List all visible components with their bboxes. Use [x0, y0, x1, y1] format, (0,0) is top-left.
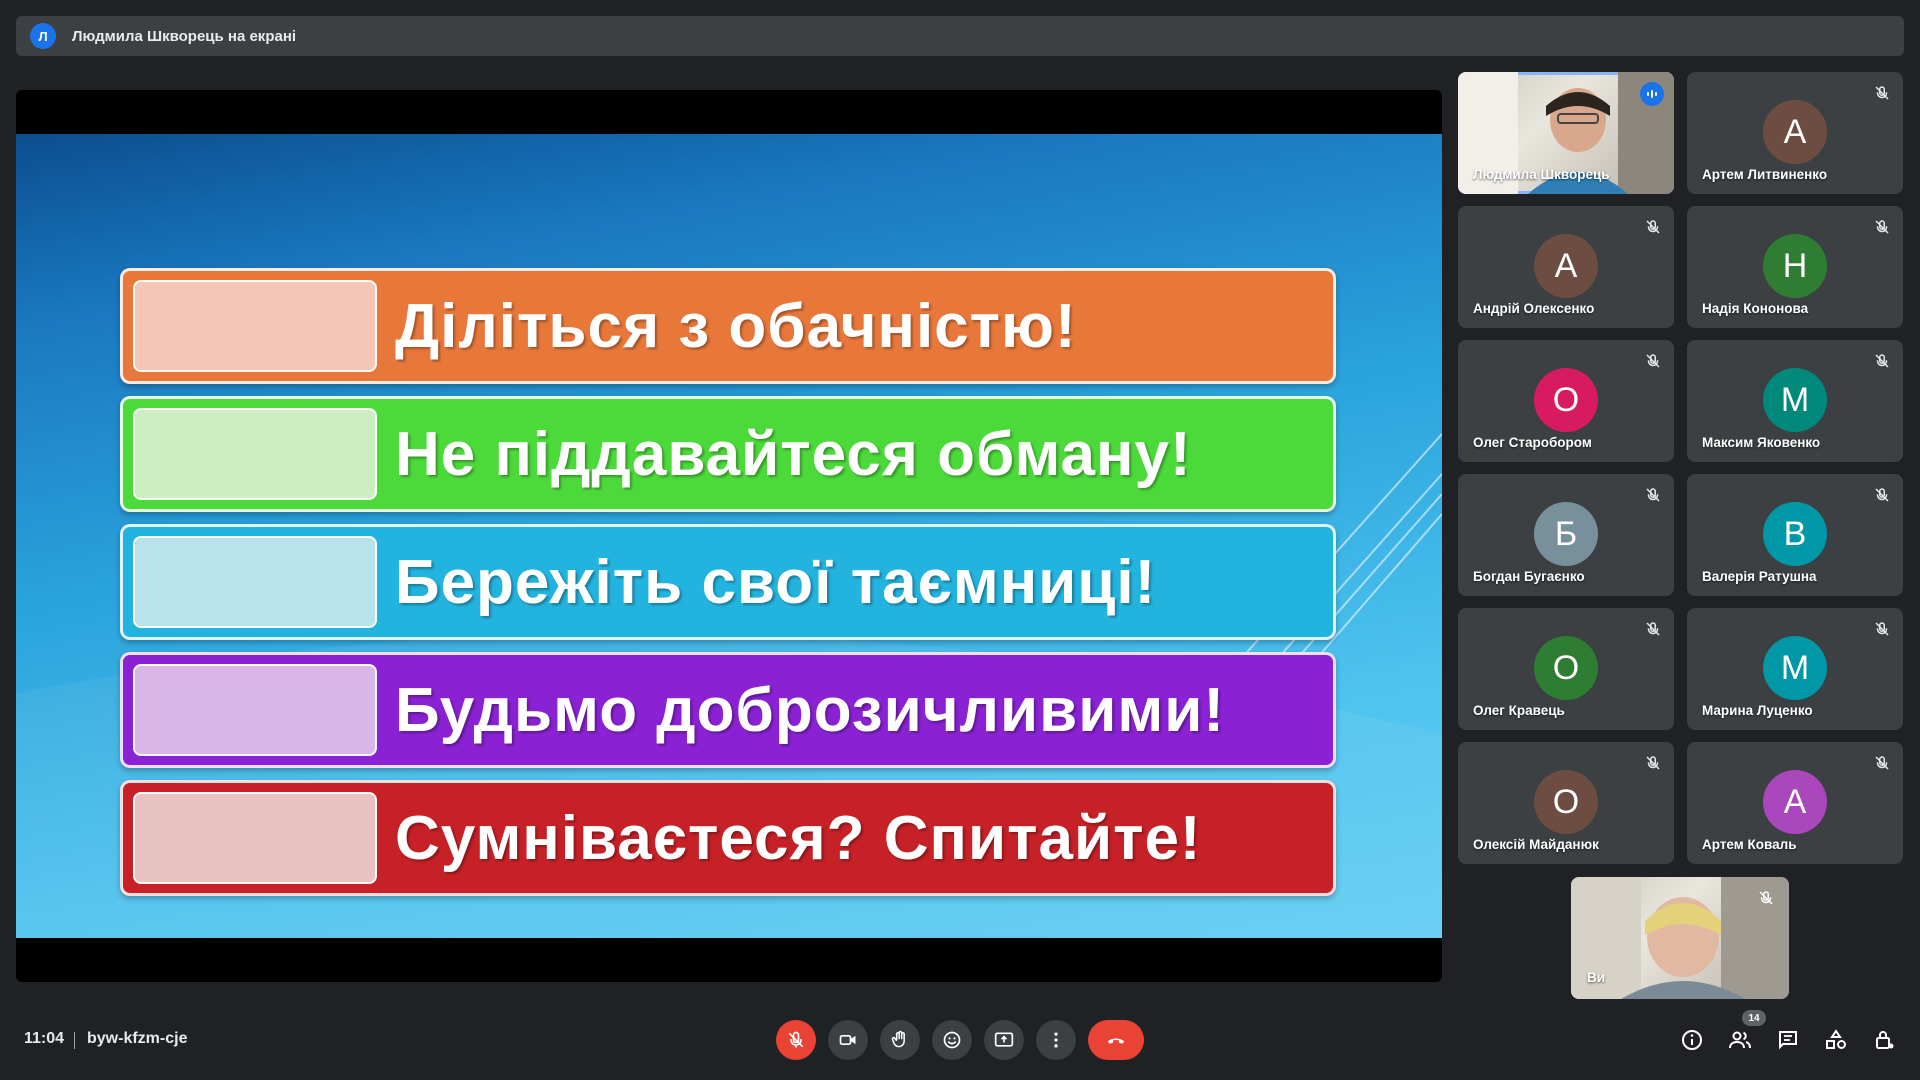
slide-bar-swatch — [133, 536, 377, 628]
participant-tile[interactable]: А Андрій Олексенко — [1458, 206, 1674, 328]
info-icon — [1682, 1030, 1702, 1050]
chat-icon — [1779, 1031, 1797, 1050]
presenter-avatar: Л — [30, 23, 56, 49]
participant-name: Олексій Майданюк — [1473, 837, 1599, 852]
slide-bar-text: Будьмо доброзичливими! — [395, 675, 1226, 745]
slide-bar: Будьмо доброзичливими! — [120, 652, 1336, 768]
participant-avatar: О — [1534, 636, 1598, 700]
mic-off-icon — [788, 1031, 804, 1048]
presentation-stage: Діліться з обачністю! Не піддавайтеся об… — [16, 90, 1442, 982]
mic-off-icon — [1873, 352, 1891, 370]
more-options-button[interactable] — [1036, 1020, 1076, 1060]
present-screen-icon — [994, 1032, 1014, 1047]
slide-bar-text: Не піддавайтеся обману! — [395, 419, 1192, 489]
more-vert-icon — [1054, 1032, 1058, 1048]
speaking-indicator-icon — [1640, 82, 1664, 106]
leave-call-button[interactable] — [1088, 1020, 1144, 1060]
participant-tile[interactable]: Б Богдан Бугаєнко — [1458, 474, 1674, 596]
slide-bar: Не піддавайтеся обману! — [120, 396, 1336, 512]
people-button[interactable] — [1726, 1026, 1754, 1054]
participant-tile[interactable]: А Артем Литвиненко — [1687, 72, 1903, 194]
participant-name: Олег Кравець — [1473, 703, 1565, 718]
participant-name: Андрій Олексенко — [1473, 301, 1595, 316]
mic-off-icon — [1644, 218, 1662, 236]
participant-tile[interactable]: О Олег Старобором — [1458, 340, 1674, 462]
camera-toggle-button[interactable] — [828, 1020, 868, 1060]
participant-count-badge: 14 — [1742, 1010, 1766, 1026]
slide-bar: Сумніваєтеся? Спитайте! — [120, 780, 1336, 896]
participant-tile[interactable]: В Валерія Ратушна — [1687, 474, 1903, 596]
participant-avatar: О — [1534, 770, 1598, 834]
participant-avatar: М — [1763, 636, 1827, 700]
participant-name: Максим Яковенко — [1702, 435, 1821, 450]
mic-off-icon — [1644, 754, 1662, 772]
bottom-toolbar: 11:04 byw-kfzm-cje 14 — [0, 1010, 1920, 1070]
participant-name: Валерія Ратушна — [1702, 569, 1817, 584]
mic-toggle-button[interactable] — [776, 1020, 816, 1060]
host-controls-button[interactable] — [1870, 1026, 1898, 1054]
slide-bar: Бережіть свої таємниці! — [120, 524, 1336, 640]
slide-bar-swatch — [133, 280, 377, 372]
mic-off-icon — [1644, 620, 1662, 638]
participant-avatar: В — [1763, 502, 1827, 566]
self-video-tile[interactable]: Ви — [1571, 877, 1789, 999]
mic-off-icon — [1759, 891, 1773, 905]
participant-name: Артем Литвиненко — [1702, 167, 1828, 182]
presenter-banner-text: Людмила Шкворець на екрані — [72, 27, 297, 45]
slide-bar-swatch — [133, 408, 377, 500]
self-tile-name: Ви — [1587, 970, 1606, 985]
meeting-details-button[interactable] — [1678, 1026, 1706, 1054]
presenter-banner: Л Людмила Шкворець на екрані — [16, 16, 1904, 56]
slide-bar-text: Діліться з обачністю! — [395, 291, 1077, 361]
participant-name: Марина Луценко — [1702, 703, 1813, 718]
participant-avatar: А — [1763, 100, 1827, 164]
participant-tile[interactable]: О Олексій Майданюк — [1458, 742, 1674, 864]
raise-hand-button[interactable] — [880, 1020, 920, 1060]
mic-off-icon — [1873, 620, 1891, 638]
slide-bar-swatch — [133, 792, 377, 884]
participant-name: Надія Кононова — [1702, 301, 1809, 316]
hang-up-icon — [1107, 1038, 1125, 1044]
participant-tile[interactable]: О Олег Кравець — [1458, 608, 1674, 730]
participant-name: Богдан Бугаєнко — [1473, 569, 1585, 584]
camera-icon — [839, 1035, 856, 1045]
divider — [74, 1032, 75, 1049]
participant-avatar: А — [1763, 770, 1827, 834]
participant-tile[interactable]: Н Надія Кононова — [1687, 206, 1903, 328]
participant-avatar: Н — [1763, 234, 1827, 298]
mic-off-icon — [1873, 218, 1891, 236]
slide-bar: Діліться з обачністю! — [120, 268, 1336, 384]
participant-avatar: А — [1534, 234, 1598, 298]
participant-avatar: М — [1763, 368, 1827, 432]
participant-name: Артем Коваль — [1702, 837, 1797, 852]
emoji-icon — [943, 1031, 961, 1049]
participant-tile[interactable]: М Максим Яковенко — [1687, 340, 1903, 462]
emoji-reactions-button[interactable] — [932, 1020, 972, 1060]
participant-tile[interactable]: А Артем Коваль — [1687, 742, 1903, 864]
participant-tile[interactable]: М Марина Луценко — [1687, 608, 1903, 730]
mic-off-icon — [1873, 754, 1891, 772]
people-icon — [1729, 1031, 1751, 1049]
mic-off-icon — [1644, 486, 1662, 504]
slide: Діліться з обачністю! Не піддавайтеся об… — [16, 134, 1442, 938]
mic-off-icon — [1873, 486, 1891, 504]
participant-name: Людмила Шкворець — [1473, 167, 1610, 182]
slide-bar-text: Бережіть свої таємниці! — [395, 547, 1157, 617]
meeting-time: 11:04 — [24, 1030, 65, 1047]
mic-off-icon — [1644, 352, 1662, 370]
slide-bar-text: Сумніваєтеся? Спитайте! — [395, 803, 1202, 873]
activities-button[interactable] — [1822, 1026, 1850, 1054]
chat-button[interactable] — [1774, 1026, 1802, 1054]
lock-person-icon — [1876, 1031, 1894, 1049]
participant-name: Олег Старобором — [1473, 435, 1592, 450]
participant-tile[interactable]: Людмила Шкворець — [1458, 72, 1674, 194]
mic-off-icon — [1873, 84, 1891, 102]
participant-avatar: О — [1534, 368, 1598, 432]
hand-icon — [891, 1030, 905, 1048]
present-screen-button[interactable] — [984, 1020, 1024, 1060]
participant-avatar: Б — [1534, 502, 1598, 566]
activities-icon — [1826, 1029, 1846, 1049]
slide-bar-swatch — [133, 664, 377, 756]
meeting-code: byw-kfzm-cje — [87, 1030, 188, 1047]
